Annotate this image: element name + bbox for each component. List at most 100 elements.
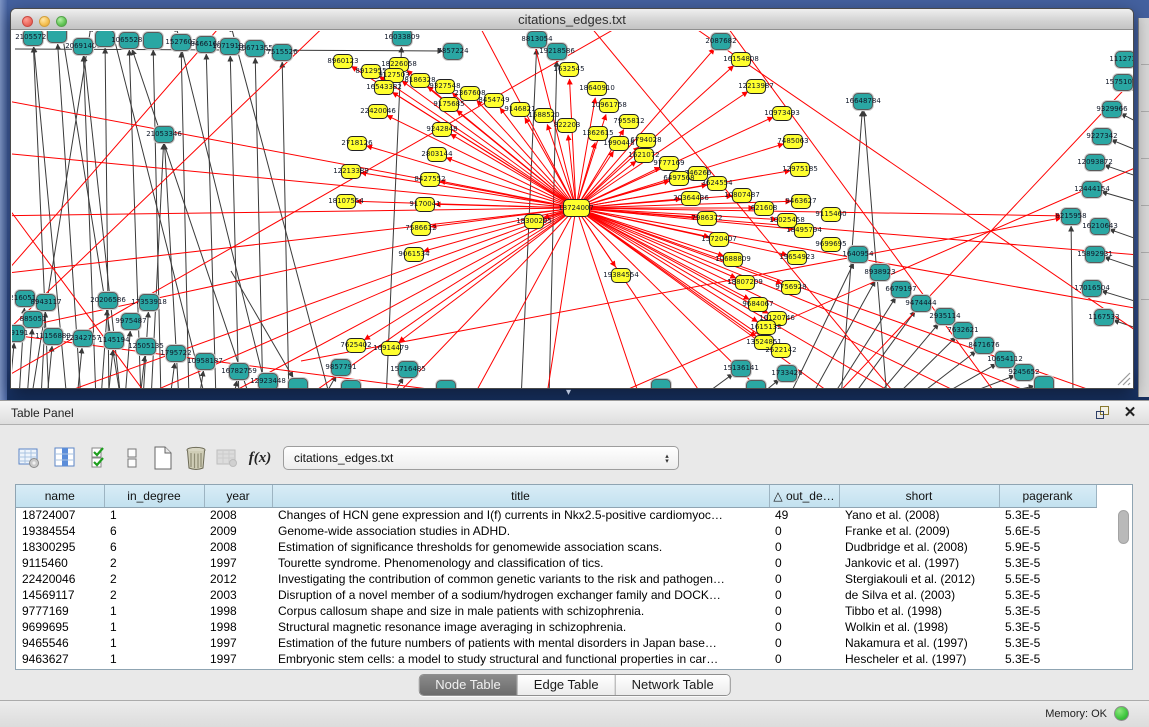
graph-node-cited[interactable]: 7955812: [619, 114, 639, 129]
graph-node-cited[interactable]: 22420046: [368, 104, 388, 119]
column-header-short[interactable]: short: [839, 485, 999, 507]
citation-edge-outgoing[interactable]: [387, 115, 576, 208]
graph-node[interactable]: [651, 379, 671, 389]
select-columns-icon[interactable]: [88, 445, 114, 471]
citation-edge[interactable]: [1102, 192, 1133, 206]
graph-node-cited[interactable]: 10961758: [599, 98, 619, 113]
graph-node-cited[interactable]: 12213987: [746, 79, 766, 94]
graph-node[interactable]: 9329966: [1102, 101, 1122, 118]
citation-edge[interactable]: [282, 62, 289, 388]
citation-edge[interactable]: [1104, 165, 1133, 181]
graph-node[interactable]: 2087682: [711, 33, 731, 50]
graph-node-cited[interactable]: 7986372: [697, 211, 717, 226]
citation-edge-outgoing[interactable]: [12, 31, 251, 301]
graph-node[interactable]: 12444154: [1082, 181, 1102, 198]
graph-node-cited[interactable]: 8186328: [410, 73, 430, 88]
graph-node[interactable]: 17016504: [1082, 280, 1102, 297]
graph-node[interactable]: 9245652: [1014, 364, 1034, 381]
graph-node-cited[interactable]: 19654923: [787, 250, 807, 265]
citation-edge[interactable]: [1131, 88, 1133, 101]
citation-edge[interactable]: [230, 56, 239, 388]
citation-edge[interactable]: [255, 58, 263, 388]
graph-node-cited[interactable]: 18495794: [794, 223, 814, 238]
graph-node[interactable]: 10958187: [195, 353, 215, 370]
citation-edge[interactable]: [231, 31, 331, 388]
graph-node[interactable]: 15892931: [1085, 246, 1105, 263]
graph-node[interactable]: [47, 31, 67, 43]
graph-node-cited[interactable]: 2522142: [771, 343, 791, 358]
graph-node-cited[interactable]: 9175685: [439, 97, 459, 112]
graph-node[interactable]: 8813054: [527, 31, 547, 48]
graph-node-cited[interactable]: 9242848: [432, 122, 452, 137]
graph-node[interactable]: 9975487: [121, 313, 141, 330]
graph-node-cited[interactable]: 6497568: [669, 171, 689, 186]
table-row[interactable]: 1938455462009Genome-wide association stu…: [16, 523, 1096, 539]
graph-node-cited[interactable]: 20364436: [681, 191, 701, 206]
graph-node-cited[interactable]: 18300295: [524, 214, 544, 229]
graph-node[interactable]: [746, 380, 766, 389]
citation-edge[interactable]: [1104, 257, 1133, 273]
citation-edge[interactable]: [111, 31, 206, 388]
graph-node[interactable]: 16033809: [392, 31, 412, 46]
table-row[interactable]: 1872400712008Changes of HCN gene express…: [16, 507, 1096, 523]
graph-node-cited[interactable]: 18107554: [336, 194, 356, 209]
graph-node-cited[interactable]: 12975185: [790, 162, 810, 177]
graph-node-cited[interactable]: 12213389: [341, 164, 361, 179]
graph-node-cited[interactable]: 9061534: [404, 247, 424, 262]
graph-node[interactable]: 21055724: [23, 31, 43, 46]
graph-node[interactable]: 10654112: [995, 351, 1015, 368]
graph-node[interactable]: 7515526: [272, 44, 292, 61]
graph-node-cited[interactable]: 18640910: [587, 81, 607, 96]
graph-node-cited[interactable]: 18807209: [735, 275, 755, 290]
graph-node-cited[interactable]: 7586612: [411, 221, 431, 236]
graph-node-cited[interactable]: 9170041: [415, 197, 435, 212]
table-row[interactable]: 911546021997Tourette syndrome. Phenomeno…: [16, 555, 1096, 571]
graph-node[interactable]: 8215958: [1061, 208, 1081, 225]
citation-edge-outgoing[interactable]: [570, 79, 576, 208]
graph-node[interactable]: 10655287: [119, 32, 139, 49]
graph-node[interactable]: 16671355: [245, 40, 265, 57]
citation-edge-outgoing[interactable]: [576, 208, 706, 388]
graph-node[interactable]: 7857224: [443, 43, 463, 60]
column-header-out-degree[interactable]: △ out_de…: [769, 485, 839, 507]
citation-edge[interactable]: [391, 378, 403, 388]
citation-edge[interactable]: [1121, 114, 1133, 129]
graph-node[interactable]: 20206586: [98, 292, 118, 309]
graph-node[interactable]: 12093872: [1085, 154, 1105, 171]
table-settings-icon[interactable]: [16, 445, 42, 471]
graph-node[interactable]: 9857791: [331, 359, 351, 376]
citation-edge[interactable]: [181, 52, 189, 388]
citation-edge[interactable]: [233, 381, 237, 388]
citation-edge-outgoing[interactable]: [451, 134, 576, 208]
graph-node-cited[interactable]: 9777169: [659, 156, 679, 171]
column-header-name[interactable]: name: [16, 485, 104, 507]
graph-node-cited[interactable]: 16543382: [374, 80, 394, 95]
citation-edge[interactable]: [176, 31, 269, 388]
graph-node-cited[interactable]: 9146821: [510, 102, 530, 117]
table-row[interactable]: 2242004622012Investigating the contribut…: [16, 571, 1096, 587]
table-row[interactable]: 946362711997Embryonic stem cells: a mode…: [16, 651, 1096, 667]
tab-node-table[interactable]: Node Table: [419, 675, 518, 695]
graph-node[interactable]: 1527602: [171, 34, 191, 51]
table-scrollbar-thumb[interactable]: [1118, 510, 1129, 544]
graph-node-cited[interactable]: 9756928: [781, 280, 801, 295]
function-builder-icon[interactable]: f(x): [247, 445, 273, 471]
panel-splitter-handle[interactable]: ▾: [566, 388, 571, 398]
graph-node[interactable]: 19218586: [547, 43, 567, 60]
graph-node[interactable]: [1034, 376, 1054, 389]
graph-node[interactable]: [143, 32, 163, 49]
citation-edge-outgoing[interactable]: [216, 208, 576, 388]
graph-node[interactable]: 15716485: [398, 361, 418, 378]
citation-edge-outgoing[interactable]: [471, 208, 576, 388]
graph-node-cited[interactable]: 2803144: [427, 147, 447, 162]
graph-node[interactable]: 21053346: [154, 126, 174, 143]
column-header-pagerank[interactable]: pagerank: [999, 485, 1096, 507]
graph-node-cited[interactable]: 10807487: [732, 188, 752, 203]
table-row[interactable]: 1830029562008Estimation of significance …: [16, 539, 1096, 555]
citation-edge-outgoing[interactable]: [367, 146, 576, 208]
graph-node[interactable]: 16210643: [1090, 218, 1110, 235]
graph-node-cited[interactable]: 9327548: [435, 79, 455, 94]
graph-node-cited[interactable]: 6794028: [636, 133, 656, 148]
window-resize-grip[interactable]: [1115, 370, 1131, 386]
graph-node[interactable]: 6679197: [891, 281, 911, 298]
